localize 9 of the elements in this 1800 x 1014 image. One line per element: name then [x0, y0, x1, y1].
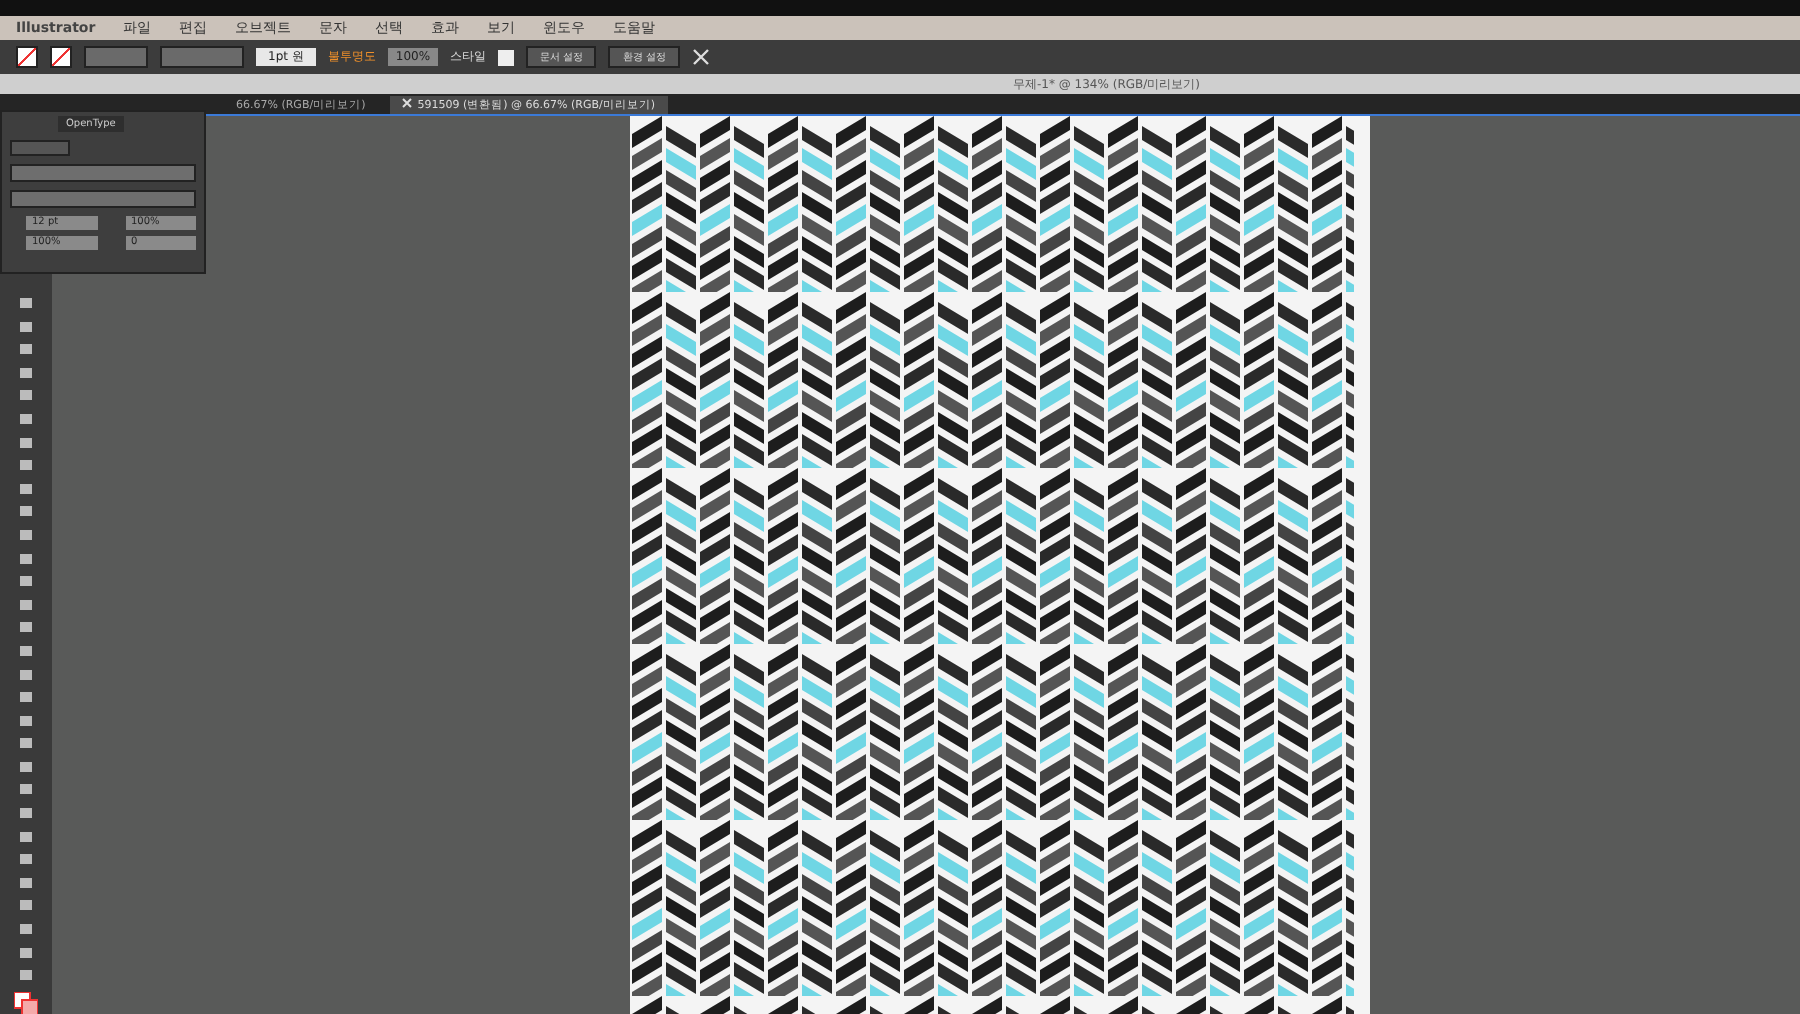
font-style-field[interactable]: [10, 190, 196, 208]
stroke-swatch[interactable]: [50, 46, 72, 68]
variable-width-field[interactable]: [160, 46, 244, 68]
style-swatch[interactable]: [498, 49, 515, 65]
font-family-field[interactable]: [10, 164, 196, 182]
stroke-weight-field[interactable]: [84, 46, 148, 68]
fill-stroke-icon[interactable]: [14, 991, 38, 1014]
close-icon[interactable]: [401, 98, 412, 108]
fill-swatch[interactable]: [16, 46, 38, 68]
